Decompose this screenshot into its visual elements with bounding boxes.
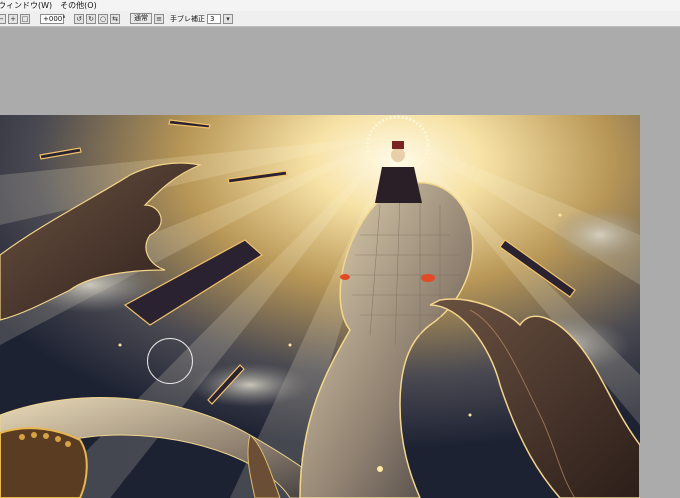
- stabilizer-label: 手ブレ補正: [170, 14, 205, 23]
- zoom-in-icon[interactable]: +: [8, 13, 18, 24]
- rotation-angle-field[interactable]: +000°: [40, 13, 66, 24]
- artwork-canvas[interactable]: [0, 115, 640, 498]
- rotate-left-icon[interactable]: ↺: [74, 13, 84, 24]
- stabilizer-value-field[interactable]: 3: [207, 13, 221, 24]
- menu-window[interactable]: ウィンドウ(W): [0, 0, 56, 11]
- blend-mode-button[interactable]: 通常: [130, 13, 152, 24]
- flip-horizontal-icon[interactable]: ⇆: [110, 13, 120, 24]
- rotate-right-icon[interactable]: ↻: [86, 13, 96, 24]
- brush-cursor: [147, 338, 193, 384]
- toolbar: − + □ +000° ↺ ↻ ○ ⇆ 通常 ≡ 手ブレ補正 3 ▾: [0, 11, 680, 27]
- stabilizer-dropdown-icon[interactable]: ▾: [223, 13, 233, 24]
- menu-other[interactable]: その他(O): [56, 0, 101, 11]
- blend-mode-icon[interactable]: ≡: [154, 13, 164, 24]
- reset-rotation-icon[interactable]: ○: [98, 13, 108, 24]
- zoom-fit-icon[interactable]: □: [20, 13, 30, 24]
- zoom-out-icon[interactable]: −: [0, 13, 6, 24]
- artwork-illustration: [0, 115, 640, 498]
- menu-bar: ウィンドウ(W) その他(O): [0, 0, 680, 11]
